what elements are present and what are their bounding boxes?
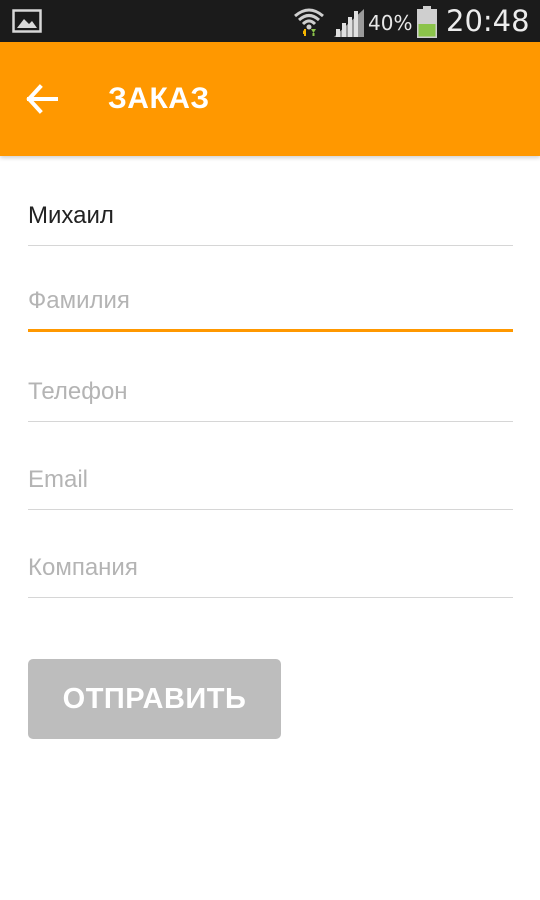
email-field[interactable] [28, 450, 513, 510]
first-name-field[interactable] [28, 186, 513, 246]
phone-field[interactable] [28, 362, 513, 422]
company-field[interactable] [28, 538, 513, 598]
back-button[interactable] [18, 76, 64, 122]
status-bar: 40% 20:48 [0, 0, 540, 42]
wifi-icon [294, 8, 324, 36]
app-bar: ЗАКАЗ [0, 42, 540, 156]
battery-percent: 40% [368, 11, 413, 35]
last-name-field[interactable] [28, 272, 513, 332]
arrow-left-icon [26, 84, 58, 114]
battery-icon [417, 6, 437, 38]
signal-icon [334, 9, 364, 37]
clock: 20:48 [446, 4, 530, 38]
page-title: ЗАКАЗ [108, 82, 210, 115]
submit-button[interactable]: ОТПРАВИТЬ [28, 659, 281, 739]
gallery-icon [12, 9, 42, 33]
